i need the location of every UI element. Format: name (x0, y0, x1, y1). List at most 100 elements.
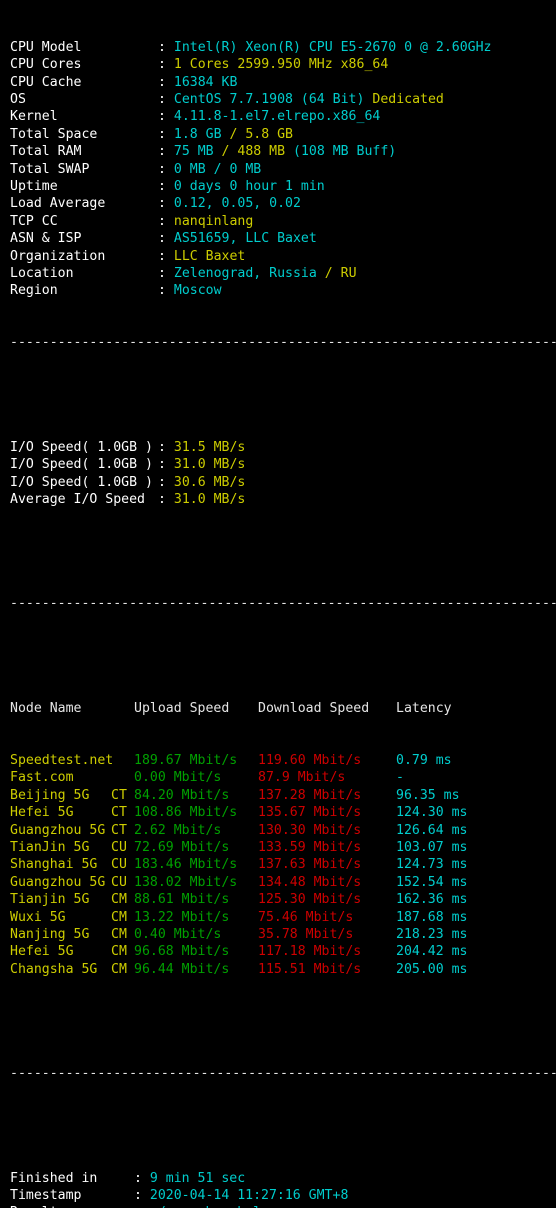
summary-row: Finished in: 9 min 51 sec (10, 1170, 556, 1187)
speedtest-node-cell: Nanjing 5G CM (10, 926, 134, 943)
speedtest-row: Shanghai 5G CU 183.46 Mbit/s 137.63 Mbit/s 1… (10, 856, 556, 873)
sysinfo-label: Kernel (10, 109, 58, 125)
io-speed-row: I/O Speed( 1.0GB ): 31.5 MB/s (10, 439, 556, 456)
sysinfo-colon: : (158, 126, 174, 142)
sysinfo-value-tertiary: (108 MB Buff) (285, 144, 397, 160)
speedtest-download-speed: 125.30 Mbit/s (258, 892, 362, 908)
sysinfo-colon: : (158, 39, 174, 55)
io-speed-colon: : (158, 474, 174, 490)
sysinfo-colon: : (158, 57, 174, 73)
speedtest-latency: - (396, 770, 404, 786)
sysinfo-value: 4.11.8-1.el7.elrepo.x86_64 (173, 109, 381, 125)
sysinfo-value: AS51659, LLC Baxet (173, 231, 317, 247)
speedtest-carrier: CM (111, 892, 127, 908)
sysinfo-value: Moscow (173, 283, 222, 299)
speedtest-carrier: CM (111, 944, 127, 960)
summary-label: Finished in (10, 1170, 98, 1186)
summary-row: Results: ./superbench.log (10, 1204, 556, 1208)
separator-line-2: ----------------------------------------… (10, 596, 556, 612)
speedtest-node-name: Hefei 5G (10, 805, 74, 821)
sysinfo-value-secondary: / RU (316, 265, 357, 281)
sysinfo-value: nanqinlang (173, 213, 254, 229)
speedtest-carrier: CU (111, 840, 127, 856)
sysinfo-label: Region (10, 283, 58, 299)
sysinfo-row: Region: Moscow (10, 282, 556, 299)
speedtest-latency: 162.36 ms (396, 892, 468, 908)
speedtest-latency: 204.42 ms (396, 944, 468, 960)
io-speed-label: I/O Speed( 1.0GB ) (10, 439, 153, 455)
speedtest-row: Speedtest.net 189.67 Mbit/s 119.60 Mbit/s 0… (10, 752, 556, 769)
speedtest-latency: 103.07 ms (396, 840, 468, 856)
speedtest-latency: 205.00 ms (396, 961, 468, 977)
sysinfo-label: Total RAM (10, 144, 82, 160)
summary-section: Finished in: 9 min 51 sec Timestamp: 2020… (10, 1170, 556, 1208)
speedtest-node-name: Shanghai 5G (10, 857, 98, 873)
speedtest-node-cell: Fast.com (10, 769, 134, 786)
sysinfo-row: Kernel: 4.11.8-1.el7.elrepo.x86_64 (10, 108, 556, 125)
speedtest-node-cell: Beijing 5G CT (10, 787, 134, 804)
speedtest-latency: 187.68 ms (396, 909, 468, 925)
speedtest-row: Guangzhou 5G CU 138.02 Mbit/s 134.48 Mbit/s… (10, 874, 556, 891)
speedtest-node-name: TianJin 5G (10, 840, 90, 856)
sysinfo-value: 1.8 GB (173, 126, 222, 142)
speedtest-node-cell: Shanghai 5G CU (10, 856, 134, 873)
speedtest-node-name: Speedtest.net (10, 753, 114, 769)
sysinfo-colon: : (158, 248, 174, 264)
sysinfo-value: CentOS 7.7.1908 (64 Bit) (173, 91, 365, 107)
io-speed-colon: : (158, 457, 174, 473)
column-header-node-name: Node Name (10, 700, 82, 716)
io-speed-label: Average I/O Speed (10, 492, 145, 508)
sysinfo-row: Uptime: 0 days 0 hour 1 min (10, 178, 556, 195)
speedtest-upload-speed: 84.20 Mbit/s (134, 787, 230, 803)
sysinfo-label: TCP CC (10, 213, 58, 229)
sysinfo-label: ASN & ISP (10, 231, 82, 247)
speedtest-carrier: CT (111, 787, 127, 803)
system-info-section: CPU Model: Intel(R) Xeon(R) CPU E5-2670 … (10, 39, 556, 300)
sysinfo-row: CPU Model: Intel(R) Xeon(R) CPU E5-2670 … (10, 39, 556, 56)
speedtest-upload-speed: 138.02 Mbit/s (134, 874, 238, 890)
sysinfo-row: TCP CC: nanqinlang (10, 213, 556, 230)
speedtest-table-body: Speedtest.net 189.67 Mbit/s 119.60 Mbit/s 0… (10, 752, 556, 978)
speedtest-node-cell: Guangzhou 5G CT (10, 822, 134, 839)
speedtest-download-speed: 134.48 Mbit/s (258, 874, 362, 890)
speedtest-node-name: Guangzhou 5G (10, 822, 106, 838)
speedtest-carrier: CM (111, 961, 127, 977)
speedtest-node-name: Tianjin 5G (10, 892, 90, 908)
sysinfo-row: OS: CentOS 7.7.1908 (64 Bit) Dedicated (10, 91, 556, 108)
speedtest-latency: 0.79 ms (396, 753, 452, 769)
column-header-upload-speed: Upload Speed (134, 700, 230, 716)
separator-line-3: ----------------------------------------… (10, 1066, 556, 1082)
sysinfo-row: Location: Zelenograd, Russia / RU (10, 265, 556, 282)
speedtest-carrier: CM (111, 909, 127, 925)
sysinfo-label: Uptime (10, 178, 58, 194)
speedtest-node-cell: Wuxi 5G CM (10, 909, 134, 926)
sysinfo-colon: : (158, 283, 174, 299)
io-speed-colon: : (158, 439, 174, 455)
sysinfo-row: Total SWAP: 0 MB / 0 MB (10, 161, 556, 178)
io-speed-value: 31.0 MB/s (173, 492, 246, 508)
sysinfo-label: Total SWAP (10, 161, 90, 177)
sysinfo-row: Total RAM: 75 MB / 488 MB (108 MB Buff) (10, 143, 556, 160)
io-speed-row: Average I/O Speed: 31.0 MB/s (10, 491, 556, 508)
summary-colon: : (134, 1187, 150, 1203)
speedtest-carrier: CU (111, 857, 127, 873)
sysinfo-colon: : (158, 265, 174, 281)
sysinfo-value-secondary: / 5.8 GB (221, 126, 293, 142)
speedtest-node-name: Fast.com (10, 770, 74, 786)
sysinfo-label: Total Space (10, 126, 98, 142)
io-speed-value: 30.6 MB/s (173, 474, 246, 490)
speedtest-upload-speed: 88.61 Mbit/s (134, 892, 230, 908)
io-speed-label: I/O Speed( 1.0GB ) (10, 474, 153, 490)
speedtest-download-speed: 75.46 Mbit/s (258, 909, 354, 925)
io-speed-value: 31.0 MB/s (173, 457, 246, 473)
sysinfo-colon: : (158, 91, 174, 107)
sysinfo-colon: : (158, 213, 174, 229)
sysinfo-label: CPU Model (10, 39, 82, 55)
speedtest-node-name: Wuxi 5G (10, 909, 66, 925)
summary-value: 9 min 51 sec (149, 1170, 246, 1186)
speedtest-carrier: CT (111, 805, 127, 821)
speedtest-node-name: Hefei 5G (10, 944, 74, 960)
terminal-output: CPU Model: Intel(R) Xeon(R) CPU E5-2670 … (0, 0, 556, 1208)
